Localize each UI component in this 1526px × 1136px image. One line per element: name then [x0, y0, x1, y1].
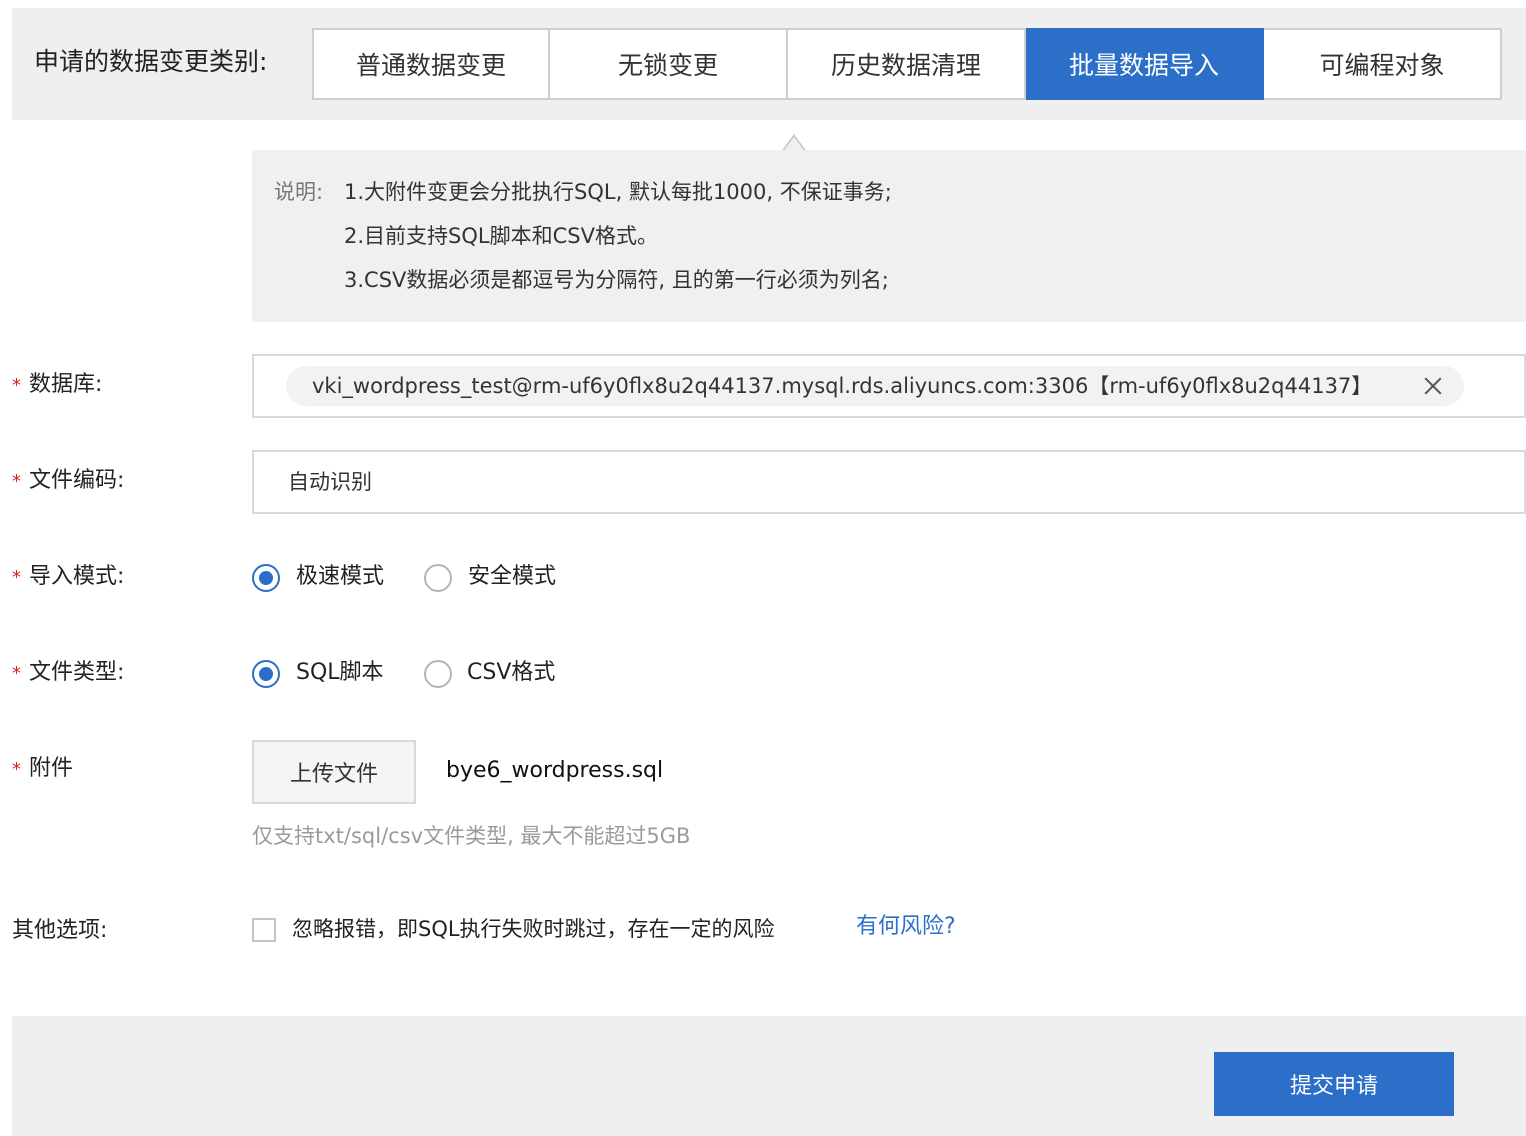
- tab-normal-change[interactable]: 普通数据变更: [312, 28, 550, 100]
- other-options-label: 其他选项:: [12, 918, 108, 943]
- close-icon[interactable]: [1420, 372, 1446, 400]
- file-type-label-text: 文件类型:: [29, 660, 125, 685]
- import-mode-safe-label[interactable]: 安全模式: [468, 562, 556, 592]
- encoding-label-text: 文件编码:: [29, 468, 125, 493]
- file-type-csv-radio[interactable]: [424, 660, 452, 688]
- tab-bulk-import[interactable]: 批量数据导入: [1026, 28, 1264, 100]
- tab-programmable-objects[interactable]: 可编程对象: [1264, 28, 1502, 100]
- encoding-label: * 文件编码:: [12, 466, 124, 497]
- import-mode-label-text: 导入模式:: [29, 564, 125, 589]
- encoding-select[interactable]: 自动识别: [252, 450, 1526, 514]
- submit-request-button[interactable]: 提交申请: [1214, 1052, 1454, 1116]
- file-type-sql-label[interactable]: SQL脚本: [296, 658, 384, 688]
- change-type-tabs: 普通数据变更 无锁变更 历史数据清理 批量数据导入 可编程对象: [312, 28, 1504, 100]
- change-type-bar: 申请的数据变更类别: 普通数据变更 无锁变更 历史数据清理 批量数据导入 可编程…: [12, 8, 1526, 120]
- risk-info-link[interactable]: 有何风险?: [856, 912, 956, 942]
- note-title: 说明:: [274, 180, 324, 204]
- note-line: 1.大附件变更会分批执行SQL, 默认每批1000, 不保证事务;: [344, 180, 892, 204]
- required-mark: *: [12, 375, 21, 396]
- database-label-text: 数据库:: [29, 372, 103, 397]
- database-tag-text: vki_wordpress_test@rm-uf6y0flx8u2q44137.…: [312, 374, 1373, 398]
- required-mark: *: [12, 663, 21, 684]
- file-type-csv-label[interactable]: CSV格式: [467, 658, 555, 688]
- database-label: * 数据库:: [12, 370, 102, 401]
- database-select[interactable]: vki_wordpress_test@rm-uf6y0flx8u2q44137.…: [252, 354, 1526, 418]
- import-mode-safe-radio[interactable]: [424, 564, 452, 592]
- required-mark: *: [12, 471, 21, 492]
- footer-bar: 提交申请: [12, 1016, 1526, 1136]
- required-mark: *: [12, 567, 21, 588]
- attachment-label: * 附件: [12, 754, 73, 785]
- note-line: 3.CSV数据必须是都逗号为分隔符, 且的第一行必须为列名;: [344, 268, 889, 292]
- import-mode-label: * 导入模式:: [12, 562, 124, 593]
- attachment-label-text: 附件: [29, 756, 74, 781]
- import-mode-fast-radio[interactable]: [252, 564, 280, 592]
- attachment-hint: 仅支持txt/sql/csv文件类型, 最大不能超过5GB: [252, 824, 691, 848]
- required-mark: *: [12, 759, 21, 780]
- tab-history-cleanup[interactable]: 历史数据清理: [788, 28, 1026, 100]
- ignore-error-checkbox[interactable]: [252, 918, 276, 942]
- note-panel: 说明: 1.大附件变更会分批执行SQL, 默认每批1000, 不保证事务; 2.…: [252, 150, 1526, 322]
- encoding-value: 自动识别: [288, 470, 372, 494]
- upload-file-button[interactable]: 上传文件: [252, 740, 416, 804]
- database-tag: vki_wordpress_test@rm-uf6y0flx8u2q44137.…: [286, 366, 1464, 406]
- note-line: 2.目前支持SQL脚本和CSV格式。: [344, 224, 658, 248]
- file-type-label: * 文件类型:: [12, 658, 124, 689]
- uploaded-file-name: bye6_wordpress.sql: [446, 758, 664, 783]
- import-mode-fast-label[interactable]: 极速模式: [296, 562, 384, 592]
- ignore-error-label[interactable]: 忽略报错，即SQL执行失败时跳过，存在一定的风险: [292, 914, 775, 944]
- tab-lockless-change[interactable]: 无锁变更: [550, 28, 788, 100]
- change-type-label: 申请的数据变更类别:: [34, 47, 268, 76]
- file-type-sql-radio[interactable]: [252, 660, 280, 688]
